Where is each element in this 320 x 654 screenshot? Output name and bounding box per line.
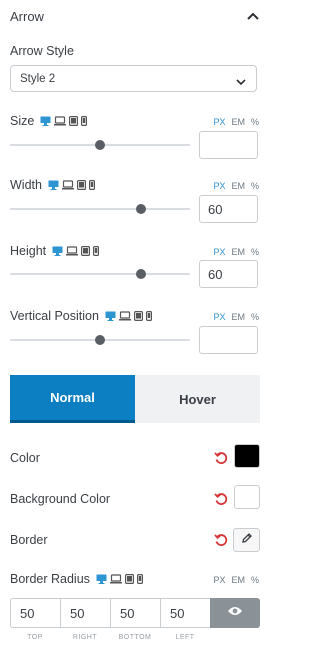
width-input[interactable] <box>199 195 258 223</box>
arrow-style-value: Style 2 <box>20 73 56 85</box>
unit-em[interactable]: EM <box>231 181 245 191</box>
reset-icon[interactable] <box>214 492 228 506</box>
mobile-icon[interactable] <box>136 574 143 584</box>
width-label-row: Width <box>10 178 95 192</box>
color-label: Color <box>10 451 40 465</box>
size-slider-thumb[interactable] <box>95 140 105 150</box>
unit-percent[interactable]: % <box>251 575 259 585</box>
unit-em[interactable]: EM <box>231 117 245 127</box>
size-label: Size <box>10 114 35 128</box>
pencil-icon <box>241 531 253 549</box>
border-radius-top-input[interactable] <box>10 598 60 628</box>
height-label-row: Height <box>10 244 100 258</box>
height-slider[interactable] <box>10 269 190 279</box>
unit-em[interactable]: EM <box>231 247 245 257</box>
mobile-icon[interactable] <box>81 116 88 126</box>
state-tabs: Normal Hover <box>10 375 260 423</box>
width-units: PX EM % <box>213 181 259 191</box>
color-swatch[interactable] <box>234 444 260 468</box>
section-title: Arrow <box>10 9 44 24</box>
border-edit-button[interactable] <box>233 528 260 552</box>
size-units: PX EM % <box>213 117 259 127</box>
laptop-icon[interactable] <box>118 311 131 321</box>
mobile-icon[interactable] <box>88 180 95 190</box>
size-slider[interactable] <box>10 140 190 150</box>
border-radius-label: Border Radius <box>10 572 90 586</box>
border-radius-bottom-input[interactable] <box>110 598 160 628</box>
vertical-position-units: PX EM % <box>213 312 259 322</box>
laptop-icon[interactable] <box>109 574 122 584</box>
chevron-up-icon[interactable] <box>245 8 261 24</box>
arrow-style-select[interactable]: Style 2 <box>10 65 257 92</box>
chevron-down-icon <box>235 74 247 92</box>
section-header[interactable]: Arrow <box>10 8 259 26</box>
border-radius-right-input[interactable] <box>60 598 110 628</box>
background-color-label: Background Color <box>10 492 111 506</box>
border-radius-side-labels: TOP RIGHT BOTTOM LEFT <box>10 634 210 641</box>
mobile-icon[interactable] <box>93 246 100 256</box>
arrow-style-label: Arrow Style <box>10 44 74 58</box>
height-label: Height <box>10 244 47 258</box>
unit-em[interactable]: EM <box>231 575 245 585</box>
mobile-icon[interactable] <box>145 311 152 321</box>
unit-percent[interactable]: % <box>251 117 259 127</box>
reset-icon[interactable] <box>214 533 228 547</box>
laptop-icon[interactable] <box>61 180 74 190</box>
unit-percent[interactable]: % <box>251 247 259 257</box>
tab-normal[interactable]: Normal <box>10 375 135 423</box>
eye-icon <box>227 604 243 622</box>
height-input[interactable] <box>199 260 258 288</box>
unit-px[interactable]: PX <box>213 181 225 191</box>
width-slider-thumb[interactable] <box>136 204 147 214</box>
unit-px[interactable]: PX <box>213 117 225 127</box>
vertical-position-slider-thumb[interactable] <box>95 335 105 345</box>
side-label-right: RIGHT <box>72 634 98 641</box>
border-radius-label-row: Border Radius <box>10 572 143 586</box>
link-values-button[interactable] <box>210 598 260 628</box>
side-label-top: TOP <box>27 634 43 641</box>
vertical-position-label-row: Vertical Position <box>10 309 152 323</box>
unit-percent[interactable]: % <box>251 312 259 322</box>
width-slider[interactable] <box>10 204 190 214</box>
desktop-icon[interactable] <box>105 311 116 321</box>
border-radius-units: PX EM % <box>213 575 259 585</box>
side-label-bottom: BOTTOM <box>118 634 152 641</box>
laptop-icon[interactable] <box>66 246 79 256</box>
tablet-icon[interactable] <box>69 116 79 126</box>
size-label-row: Size <box>10 114 88 128</box>
vertical-position-label: Vertical Position <box>10 309 99 323</box>
desktop-icon[interactable] <box>52 246 63 256</box>
unit-percent[interactable]: % <box>251 181 259 191</box>
width-label: Width <box>10 178 42 192</box>
vertical-position-input[interactable] <box>199 326 258 354</box>
tablet-icon[interactable] <box>133 311 143 321</box>
background-color-swatch[interactable] <box>234 485 260 509</box>
laptop-icon[interactable] <box>54 116 67 126</box>
desktop-icon[interactable] <box>40 116 51 126</box>
tablet-icon[interactable] <box>76 180 86 190</box>
height-units: PX EM % <box>213 247 259 257</box>
vertical-position-slider[interactable] <box>10 335 190 345</box>
border-radius-left-input[interactable] <box>160 598 210 628</box>
size-input[interactable] <box>199 131 258 159</box>
desktop-icon[interactable] <box>48 180 59 190</box>
unit-px[interactable]: PX <box>213 247 225 257</box>
reset-icon[interactable] <box>214 451 228 465</box>
unit-px[interactable]: PX <box>213 312 225 322</box>
tablet-icon[interactable] <box>124 574 134 584</box>
unit-px[interactable]: PX <box>213 575 225 585</box>
side-label-left: LEFT <box>175 634 195 641</box>
height-slider-thumb[interactable] <box>136 269 147 279</box>
border-radius-dimensions <box>10 598 260 628</box>
border-label: Border <box>10 533 48 547</box>
desktop-icon[interactable] <box>96 574 107 584</box>
tab-hover[interactable]: Hover <box>135 375 260 423</box>
tablet-icon[interactable] <box>81 246 91 256</box>
unit-em[interactable]: EM <box>231 312 245 322</box>
